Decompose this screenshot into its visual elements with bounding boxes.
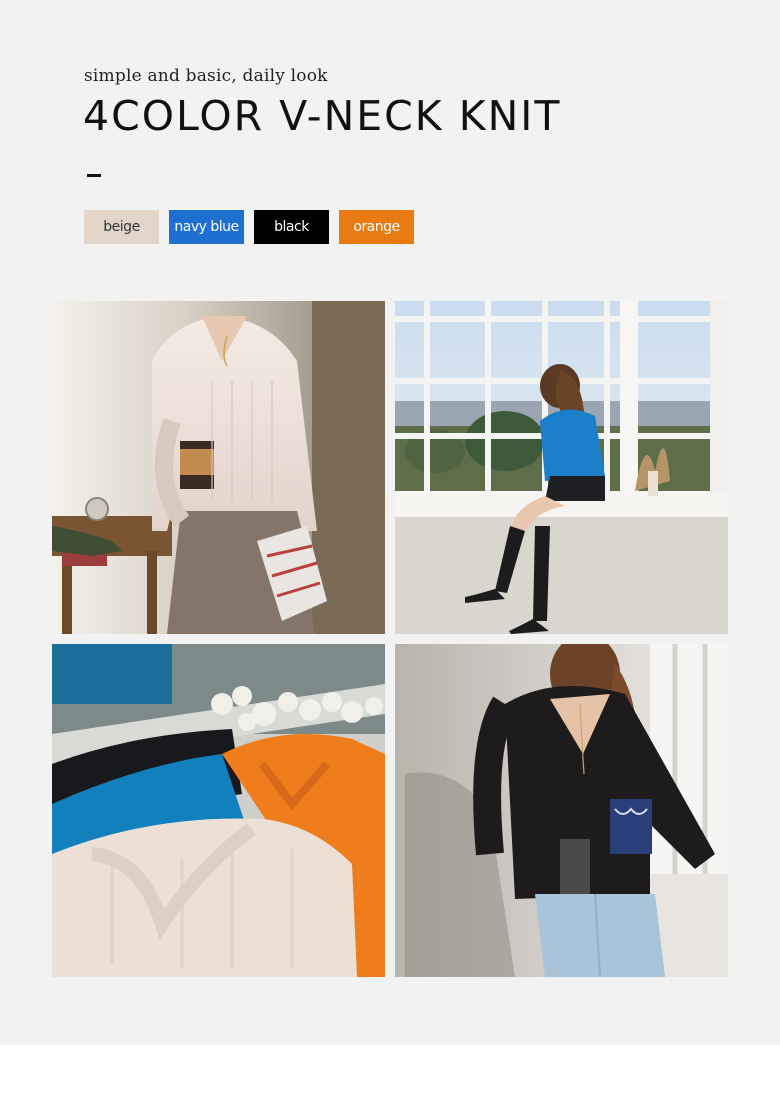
color-options: beige navy blue black orange	[84, 210, 414, 244]
color-lineup-photo	[52, 644, 385, 977]
product-detail-panel: simple and basic, daily look 4COLOR V-NE…	[0, 0, 780, 1045]
color-option-navy-blue[interactable]: navy blue	[169, 210, 244, 244]
black-knit-photo	[395, 644, 728, 977]
color-option-beige[interactable]: beige	[84, 210, 159, 244]
title-divider	[87, 174, 101, 177]
color-option-black[interactable]: black	[254, 210, 329, 244]
tagline: simple and basic, daily look	[84, 66, 328, 86]
color-option-orange[interactable]: orange	[339, 210, 414, 244]
navy-knit-photo	[395, 301, 728, 634]
beige-knit-photo	[52, 301, 385, 634]
product-title: 4COLOR V-NECK KNIT	[83, 92, 562, 140]
